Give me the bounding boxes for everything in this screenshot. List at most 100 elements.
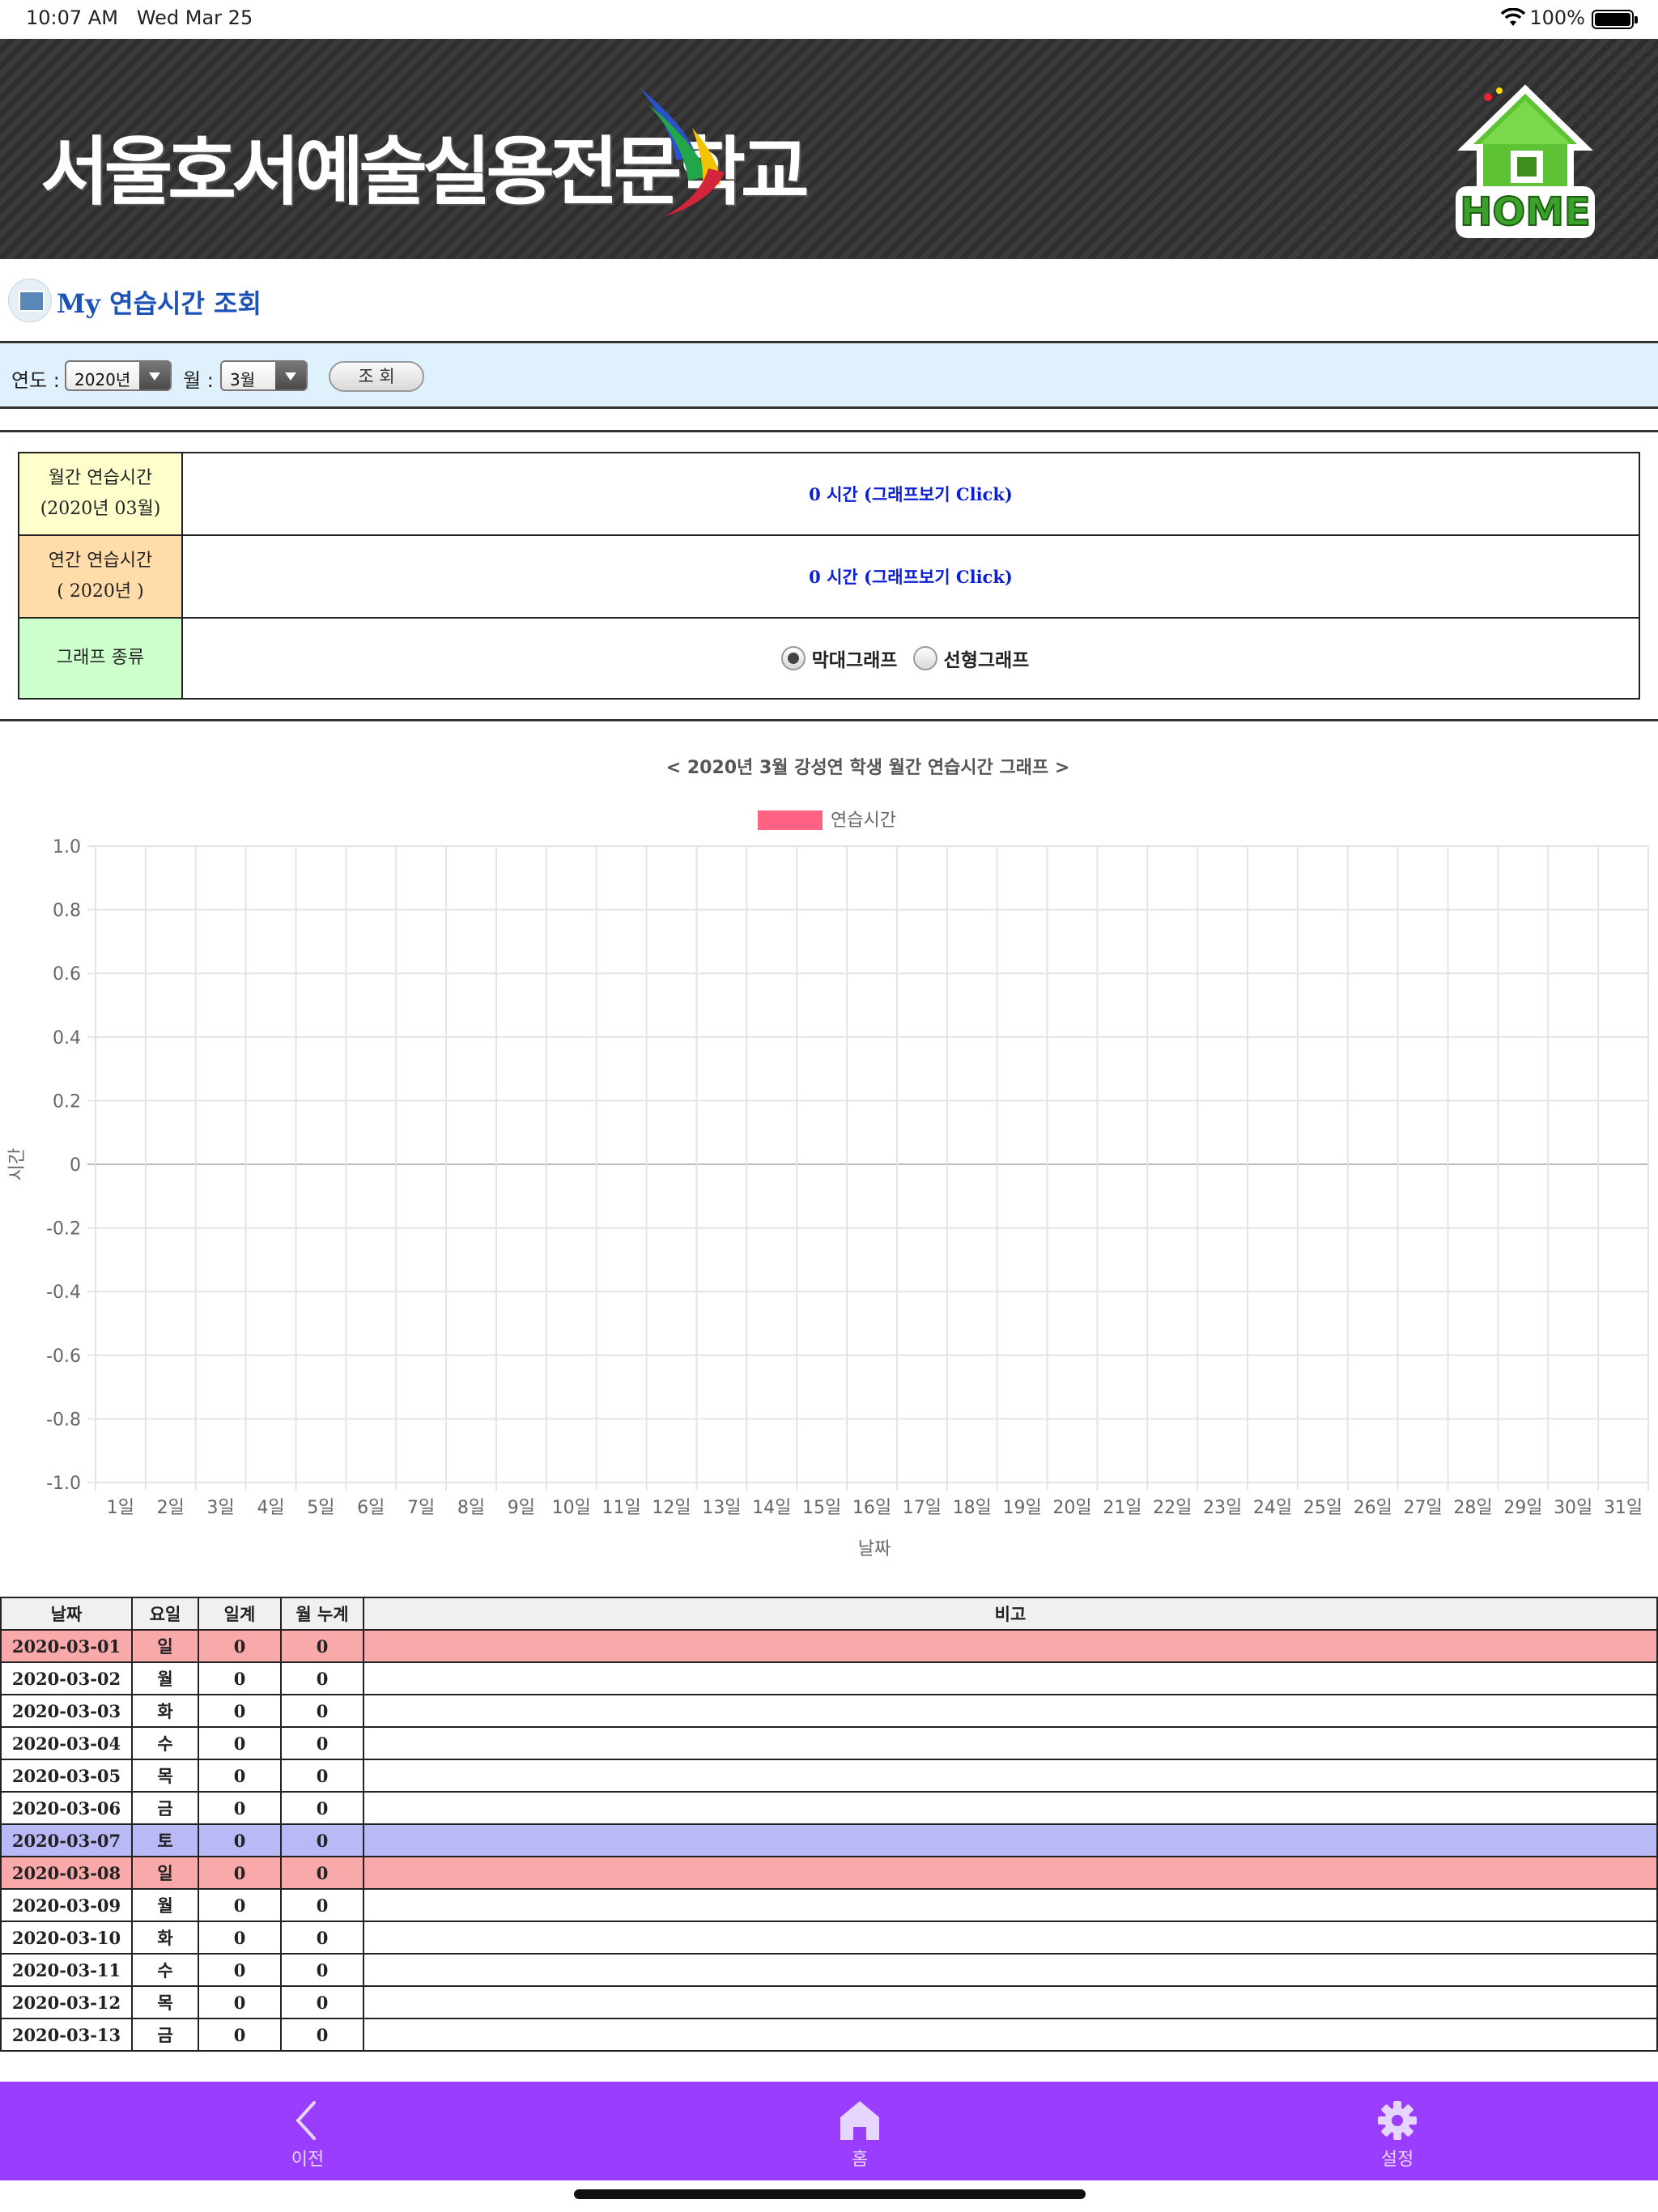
- year-select-value: 2020년: [74, 370, 131, 389]
- wifi-icon: [1501, 8, 1525, 26]
- cell-note: [363, 1791, 1658, 1825]
- cell-note: [363, 1694, 1658, 1728]
- legend-label[interactable]: 연습시간: [831, 810, 896, 831]
- table-row: 2020-03-11 수 0 0: [0, 1953, 1658, 1987]
- cell-daily: 0: [198, 1661, 282, 1695]
- cell-cumulative: 0: [280, 1759, 364, 1793]
- col-note: 비고: [363, 1597, 1658, 1631]
- cell-note: [363, 1921, 1658, 1955]
- cell-day: 일: [131, 1629, 199, 1663]
- y-tick-label: 0.2: [53, 1091, 81, 1112]
- cell-day: 월: [131, 1661, 199, 1695]
- home-logo-button[interactable]: HOME: [1449, 73, 1601, 248]
- chart-y-axis-label: 시간: [7, 1148, 28, 1180]
- line-graph-radio[interactable]: [912, 646, 937, 670]
- cell-daily: 0: [198, 1823, 282, 1857]
- cell-cumulative: 0: [280, 1888, 364, 1922]
- home-logo-label: HOME: [1460, 189, 1591, 235]
- table-row: 2020-03-05 목 0 0: [0, 1759, 1658, 1793]
- cell-cumulative: 0: [280, 1629, 364, 1663]
- x-tick-label: 18일: [953, 1498, 992, 1518]
- y-tick-label: 1.0: [53, 837, 81, 857]
- status-bar: 10:07 AM Wed Mar 25 100%: [0, 0, 1658, 39]
- monthly-label-title: 월간 연습시간: [48, 468, 153, 488]
- x-tick-label: 8일: [457, 1498, 485, 1518]
- cell-daily: 0: [198, 1985, 282, 2019]
- cell-cumulative: 0: [280, 1661, 364, 1695]
- cell-day: 토: [131, 1823, 199, 1857]
- cell-note: [363, 1888, 1658, 1922]
- graph-type-options: 막대그래프 선형그래프: [181, 617, 1640, 700]
- cell-cumulative: 0: [280, 1953, 364, 1987]
- yearly-label-period: ( 2020년 ): [57, 581, 144, 602]
- table-row: 2020-03-03 화 0 0: [0, 1694, 1658, 1728]
- y-tick-label: -0.6: [46, 1346, 81, 1367]
- dropdown-arrow-icon: [275, 362, 306, 389]
- x-tick-label: 4일: [257, 1498, 284, 1518]
- x-tick-label: 27일: [1403, 1498, 1442, 1518]
- cell-note: [363, 1856, 1658, 1890]
- logo-swoosh-icon: [640, 87, 725, 217]
- search-button[interactable]: 조 회: [329, 361, 424, 392]
- tab-prev[interactable]: 이전: [227, 2082, 389, 2180]
- table-row: 2020-03-10 화 0 0: [0, 1921, 1658, 1955]
- cell-date: 2020-03-03: [0, 1694, 133, 1728]
- tab-settings[interactable]: 설정: [1316, 2082, 1478, 2180]
- chart-title: < 2020년 3월 강성연 학생 월간 연습시간 그래프 >: [666, 758, 1070, 778]
- line-graph-label[interactable]: 선형그래프: [944, 650, 1030, 671]
- cell-date: 2020-03-06: [0, 1791, 133, 1825]
- cell-daily: 0: [198, 1726, 282, 1760]
- cell-day: 목: [131, 1759, 199, 1793]
- cell-date: 2020-03-04: [0, 1726, 133, 1760]
- month-select-value: 3월: [230, 370, 256, 389]
- cell-cumulative: 0: [280, 1694, 364, 1728]
- cell-cumulative: 0: [280, 1856, 364, 1890]
- y-tick-label: -0.8: [46, 1410, 81, 1430]
- x-tick-label: 30일: [1554, 1498, 1592, 1518]
- cell-date: 2020-03-01: [0, 1629, 133, 1663]
- yearly-value-link[interactable]: 0 시간 (그래프보기 Click): [181, 534, 1640, 619]
- cell-cumulative: 0: [280, 1726, 364, 1760]
- cell-note: [363, 1985, 1658, 2019]
- cell-day: 화: [131, 1921, 199, 1955]
- x-tick-label: 1일: [107, 1498, 134, 1518]
- cell-date: 2020-03-08: [0, 1856, 133, 1890]
- chevron-left-icon: [295, 2101, 316, 2140]
- legend-swatch: [758, 810, 823, 830]
- year-select[interactable]: 2020년: [65, 360, 172, 391]
- table-header-row: 날짜 요일 일계 월 누계 비고: [0, 1597, 1658, 1631]
- cell-date: 2020-03-11: [0, 1953, 133, 1987]
- cell-day: 수: [131, 1953, 199, 1987]
- battery-percent: 100%: [1529, 6, 1585, 29]
- monthly-label-period: (2020년 03월): [40, 499, 161, 519]
- cell-cumulative: 0: [280, 1791, 364, 1825]
- x-tick-label: 11일: [602, 1498, 641, 1518]
- tab-home[interactable]: 홈: [779, 2082, 941, 2180]
- yearly-row: 연간 연습시간 ( 2020년 ) 0 시간 (그래프보기 Click): [18, 534, 1640, 619]
- yearly-label-title: 연간 연습시간: [48, 551, 153, 571]
- x-tick-label: 22일: [1153, 1498, 1192, 1518]
- cell-day: 화: [131, 1694, 199, 1728]
- bar-graph-radio[interactable]: [780, 646, 806, 670]
- bar-graph-label[interactable]: 막대그래프: [812, 650, 898, 671]
- x-tick-label: 13일: [702, 1498, 741, 1518]
- x-tick-label: 3일: [207, 1498, 235, 1518]
- tab-prev-label: 이전: [291, 2150, 325, 2170]
- month-select[interactable]: 3월: [220, 360, 308, 391]
- cell-note: [363, 1726, 1658, 1760]
- x-tick-label: 7일: [407, 1498, 435, 1518]
- y-tick-label: 0.8: [53, 901, 81, 921]
- x-tick-label: 16일: [852, 1498, 891, 1518]
- cell-note: [363, 1953, 1658, 1987]
- cell-date: 2020-03-13: [0, 2018, 133, 2052]
- x-tick-label: 10일: [552, 1498, 591, 1518]
- cell-daily: 0: [198, 1856, 282, 1890]
- month-label: 월 :: [183, 369, 214, 392]
- monthly-value-link[interactable]: 0 시간 (그래프보기 Click): [181, 452, 1640, 536]
- cell-cumulative: 0: [280, 2018, 364, 2052]
- graph-type-label: 그래프 종류: [18, 617, 183, 700]
- x-tick-label: 6일: [357, 1498, 385, 1518]
- tab-home-label: 홈: [851, 2150, 869, 2170]
- daily-practice-table: 날짜 요일 일계 월 누계 비고 2020-03-01 일 0 0 2020-03-02…: [0, 1597, 1658, 2052]
- table-row: 2020-03-04 수 0 0: [0, 1726, 1658, 1760]
